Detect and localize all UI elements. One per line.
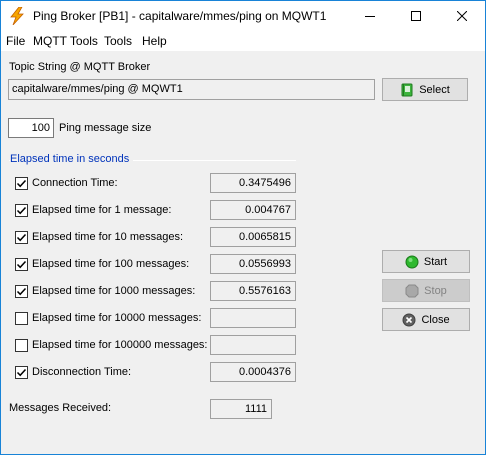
checkbox-100-messages[interactable] xyxy=(15,258,28,271)
lightning-bolt-icon xyxy=(9,6,25,26)
row-label: Elapsed time for 1 message: xyxy=(32,204,172,216)
value-1000-messages: 0.5576163 xyxy=(210,281,296,301)
close-button-label: Close xyxy=(421,313,450,326)
minimize-button[interactable] xyxy=(347,1,393,31)
topic-label: Topic String @ MQTT Broker xyxy=(9,61,151,73)
row-label: Connection Time: xyxy=(32,177,118,189)
x-circle-icon xyxy=(402,313,416,326)
menu-tools[interactable]: Tools xyxy=(104,34,132,48)
maximize-button[interactable] xyxy=(393,1,439,31)
checkbox-10-messages[interactable] xyxy=(15,231,28,244)
value-100-messages: 0.0556993 xyxy=(210,254,296,274)
app-window: Ping Broker [PB1] - capitalware/mmes/pin… xyxy=(0,0,486,455)
value-10-messages: 0.0065815 xyxy=(210,227,296,247)
checkmark-icon xyxy=(16,206,27,215)
row-label: Elapsed time for 10 messages: xyxy=(32,231,184,243)
title-bar[interactable]: Ping Broker [PB1] - capitalware/mmes/pin… xyxy=(1,1,485,31)
checkbox-1-message[interactable] xyxy=(15,204,28,217)
close-button[interactable]: Close xyxy=(382,308,470,331)
topic-string-field[interactable]: capitalware/mmes/ping @ MQWT1 xyxy=(8,79,375,100)
messages-received-label: Messages Received: xyxy=(9,402,112,414)
ping-size-input[interactable]: 100 xyxy=(8,118,54,138)
elapsed-group-title: Elapsed time in seconds xyxy=(10,153,134,165)
checkmark-icon xyxy=(16,368,27,377)
menu-bar: File MQTT Tools Tools Help xyxy=(1,31,485,51)
value-1-message: 0.004767 xyxy=(210,200,296,220)
value-disconnection-time: 0.0004376 xyxy=(210,362,296,382)
checkbox-100000-messages[interactable] xyxy=(15,339,28,352)
ping-size-label: Ping message size xyxy=(59,122,152,134)
row-label: Elapsed time for 100000 messages: xyxy=(32,339,208,351)
window-title: Ping Broker [PB1] - capitalware/mmes/pin… xyxy=(33,9,327,23)
row-label: Disconnection Time: xyxy=(32,366,132,378)
close-window-button[interactable] xyxy=(439,1,485,31)
checkbox-1000-messages[interactable] xyxy=(15,285,28,298)
checkmark-icon xyxy=(16,233,27,242)
maximize-icon xyxy=(411,11,421,21)
checkmark-icon xyxy=(16,260,27,269)
row-label: Elapsed time for 10000 messages: xyxy=(32,312,202,324)
start-button-label: Start xyxy=(423,255,448,268)
stop-button[interactable]: Stop xyxy=(382,279,470,302)
close-icon xyxy=(457,11,467,21)
value-10000-messages xyxy=(210,308,296,328)
row-label: Elapsed time for 100 messages: xyxy=(32,258,190,270)
value-connection-time: 0.3475496 xyxy=(210,173,296,193)
select-button-label: Select xyxy=(419,83,450,96)
menu-help[interactable]: Help xyxy=(142,34,167,48)
checkmark-icon xyxy=(16,179,27,188)
messages-received-value: 1111 xyxy=(210,399,272,419)
checkbox-connection-time[interactable] xyxy=(15,177,28,190)
row-label: Elapsed time for 1000 messages: xyxy=(32,285,196,297)
select-button[interactable]: Select xyxy=(382,78,468,101)
menu-file[interactable]: File xyxy=(6,34,25,48)
checkbox-disconnection-time[interactable] xyxy=(15,366,28,379)
stop-button-label: Stop xyxy=(424,284,447,297)
book-icon xyxy=(401,83,413,96)
checkmark-icon xyxy=(16,287,27,296)
start-button[interactable]: Start xyxy=(382,250,470,273)
stop-octagon-icon xyxy=(405,284,419,297)
value-100000-messages xyxy=(210,335,296,355)
menu-mqtt-tools[interactable]: MQTT Tools xyxy=(33,34,98,48)
green-circle-icon xyxy=(405,255,419,268)
checkbox-10000-messages[interactable] xyxy=(15,312,28,325)
minimize-icon xyxy=(365,16,375,17)
